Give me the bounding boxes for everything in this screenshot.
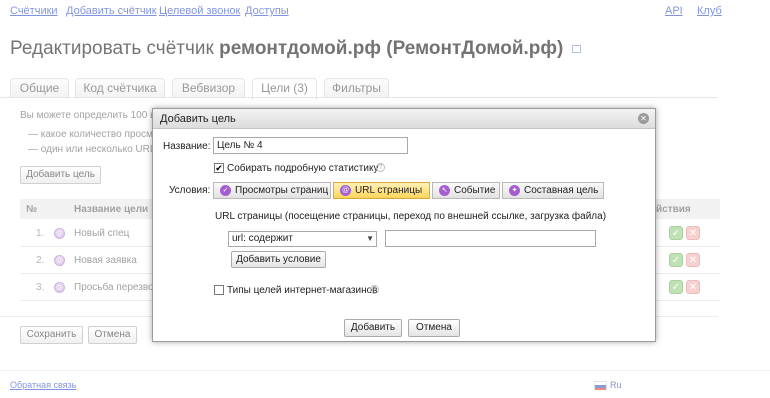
url-value-input[interactable] bbox=[385, 230, 596, 247]
url-match-select[interactable]: url: содержит ▼ bbox=[228, 231, 377, 247]
ecommerce-goals-checkbox[interactable] bbox=[214, 285, 224, 295]
help-icon[interactable]: ? bbox=[370, 285, 379, 294]
condition-type-composite[interactable]: ✦ Составная цель bbox=[502, 182, 604, 199]
condition-type-page-views[interactable]: ✓ Просмотры страниц bbox=[213, 182, 331, 199]
condition-label: Просмотры страниц bbox=[235, 185, 329, 196]
dialog-cancel-button[interactable]: Отмена bbox=[408, 319, 460, 337]
url-icon: @ bbox=[340, 185, 351, 196]
composite-icon: ✦ bbox=[509, 185, 520, 196]
dialog-title: Добавить цель bbox=[153, 109, 655, 129]
conditions-label: Условия: bbox=[169, 185, 211, 196]
condition-type-url[interactable]: @ URL страницы bbox=[333, 182, 430, 199]
goal-name-input[interactable]: Цель № 4 bbox=[213, 137, 408, 154]
detail-stats-checkbox[interactable]: ✔ bbox=[214, 163, 224, 173]
goal-name-label: Название: bbox=[163, 141, 211, 152]
close-icon[interactable]: ✕ bbox=[638, 113, 649, 124]
chevron-down-icon: ▼ bbox=[366, 234, 374, 243]
dialog-submit-button[interactable]: Добавить bbox=[344, 319, 402, 337]
condition-type-event[interactable]: ↖ Событие bbox=[432, 182, 500, 199]
add-condition-button[interactable]: Добавить условие bbox=[231, 251, 326, 268]
page-views-icon: ✓ bbox=[220, 185, 231, 196]
url-match-value: url: содержит bbox=[232, 233, 293, 244]
condition-label: Составная цель bbox=[524, 185, 599, 196]
condition-label: Событие bbox=[454, 185, 496, 196]
condition-label: URL страницы bbox=[355, 185, 423, 196]
ecommerce-goals-label: Типы целей интернет-магазинов bbox=[227, 285, 378, 296]
url-description: URL страницы (посещение страницы, перехо… bbox=[215, 211, 607, 222]
event-icon: ↖ bbox=[439, 185, 450, 196]
detail-stats-label: Собирать подробную статистику bbox=[227, 163, 379, 174]
help-icon[interactable]: ? bbox=[376, 163, 385, 172]
